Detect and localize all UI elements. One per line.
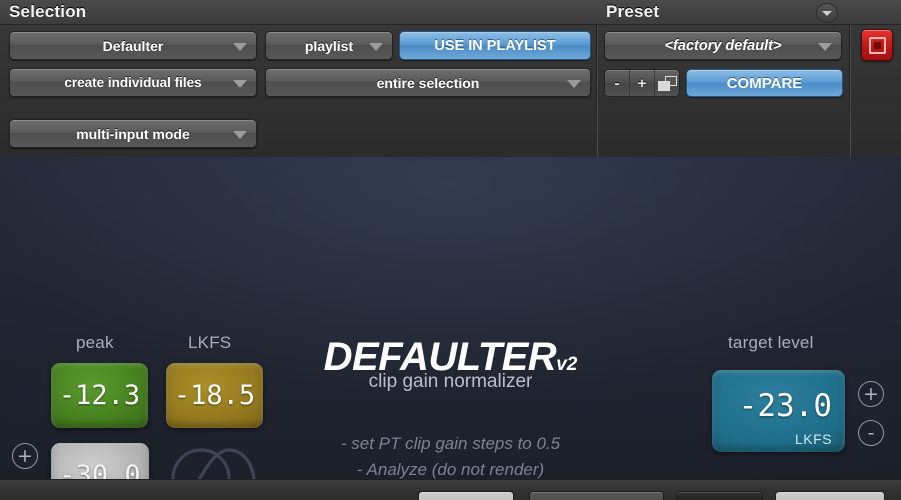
threshold-increment-button[interactable]: + (12, 443, 38, 469)
preset-select-label: <factory default> (664, 37, 782, 54)
input-mode-dropdown[interactable]: multi-input mode (9, 119, 257, 148)
bottom-button-4[interactable] (775, 491, 885, 500)
section-divider (596, 25, 598, 157)
section-divider (849, 25, 851, 157)
scope-select-dropdown[interactable]: entire selection (265, 68, 591, 97)
target-level-unit: LKFS (794, 431, 832, 447)
source-select-dropdown[interactable]: playlist (265, 31, 393, 60)
chevron-down-icon (818, 42, 832, 51)
compare-label: COMPARE (726, 74, 803, 92)
selection-section-title: Selection (9, 2, 87, 21)
bottom-toolbar (0, 479, 901, 500)
preset-next-button[interactable]: + (630, 70, 655, 96)
chrome-titlebar (0, 0, 901, 25)
chevron-down-icon (369, 42, 383, 51)
input-mode-label: multi-input mode (76, 125, 190, 142)
threshold-value[interactable]: -30.0 (51, 443, 149, 479)
overlapping-shapes-logo (171, 448, 256, 479)
bypass-button[interactable] (861, 29, 893, 61)
chevron-down-icon (233, 42, 247, 51)
lkfs-label: LKFS (188, 333, 232, 352)
bottom-button-2[interactable] (529, 491, 664, 500)
plugin-chrome: Selection Preset Defaulter create indivi… (0, 0, 901, 157)
chevron-down-icon (567, 79, 581, 88)
preset-copy-button[interactable] (655, 70, 679, 96)
target-level-label: target level (728, 333, 814, 352)
bottom-button-1[interactable] (418, 491, 514, 500)
peak-label: peak (76, 333, 114, 352)
target-level-increment-button[interactable]: + (858, 381, 884, 407)
preset-menu-button[interactable] (816, 3, 838, 23)
preset-mini-toolbar: - + (604, 69, 680, 97)
plugin-select-label: Defaulter (102, 37, 164, 54)
lkfs-value[interactable]: -18.5 (166, 363, 263, 428)
file-mode-label: create individual files (64, 75, 202, 90)
bypass-square-icon (868, 36, 886, 54)
compare-button[interactable]: COMPARE (686, 69, 843, 97)
source-select-label: playlist (304, 37, 354, 54)
target-level-decrement-button[interactable]: - (858, 420, 884, 446)
scope-select-label: entire selection (376, 74, 480, 91)
bottom-button-3[interactable] (676, 491, 763, 500)
copy-window-icon (657, 75, 677, 91)
plugin-body: DEFAULTERv2 clip gain normalizer - set P… (0, 157, 901, 479)
chevron-down-icon (233, 79, 247, 88)
file-mode-dropdown[interactable]: create individual files (9, 68, 257, 97)
peak-value[interactable]: -12.3 (51, 363, 148, 428)
chevron-down-icon (233, 130, 247, 139)
preset-previous-button[interactable]: - (605, 70, 630, 96)
plugin-window: Selection Preset Defaulter create indivi… (0, 0, 901, 500)
use-in-playlist-label: USE IN PLAYLIST (434, 37, 556, 54)
target-level-value[interactable]: -23.0 LKFS (712, 370, 845, 452)
chevron-down-icon (822, 10, 832, 16)
preset-select-dropdown[interactable]: <factory default> (604, 31, 842, 60)
plugin-select-dropdown[interactable]: Defaulter (9, 31, 257, 60)
use-in-playlist-button[interactable]: USE IN PLAYLIST (399, 31, 591, 60)
preset-section-title: Preset (606, 2, 660, 21)
target-level-number: -23.0 (738, 388, 832, 424)
